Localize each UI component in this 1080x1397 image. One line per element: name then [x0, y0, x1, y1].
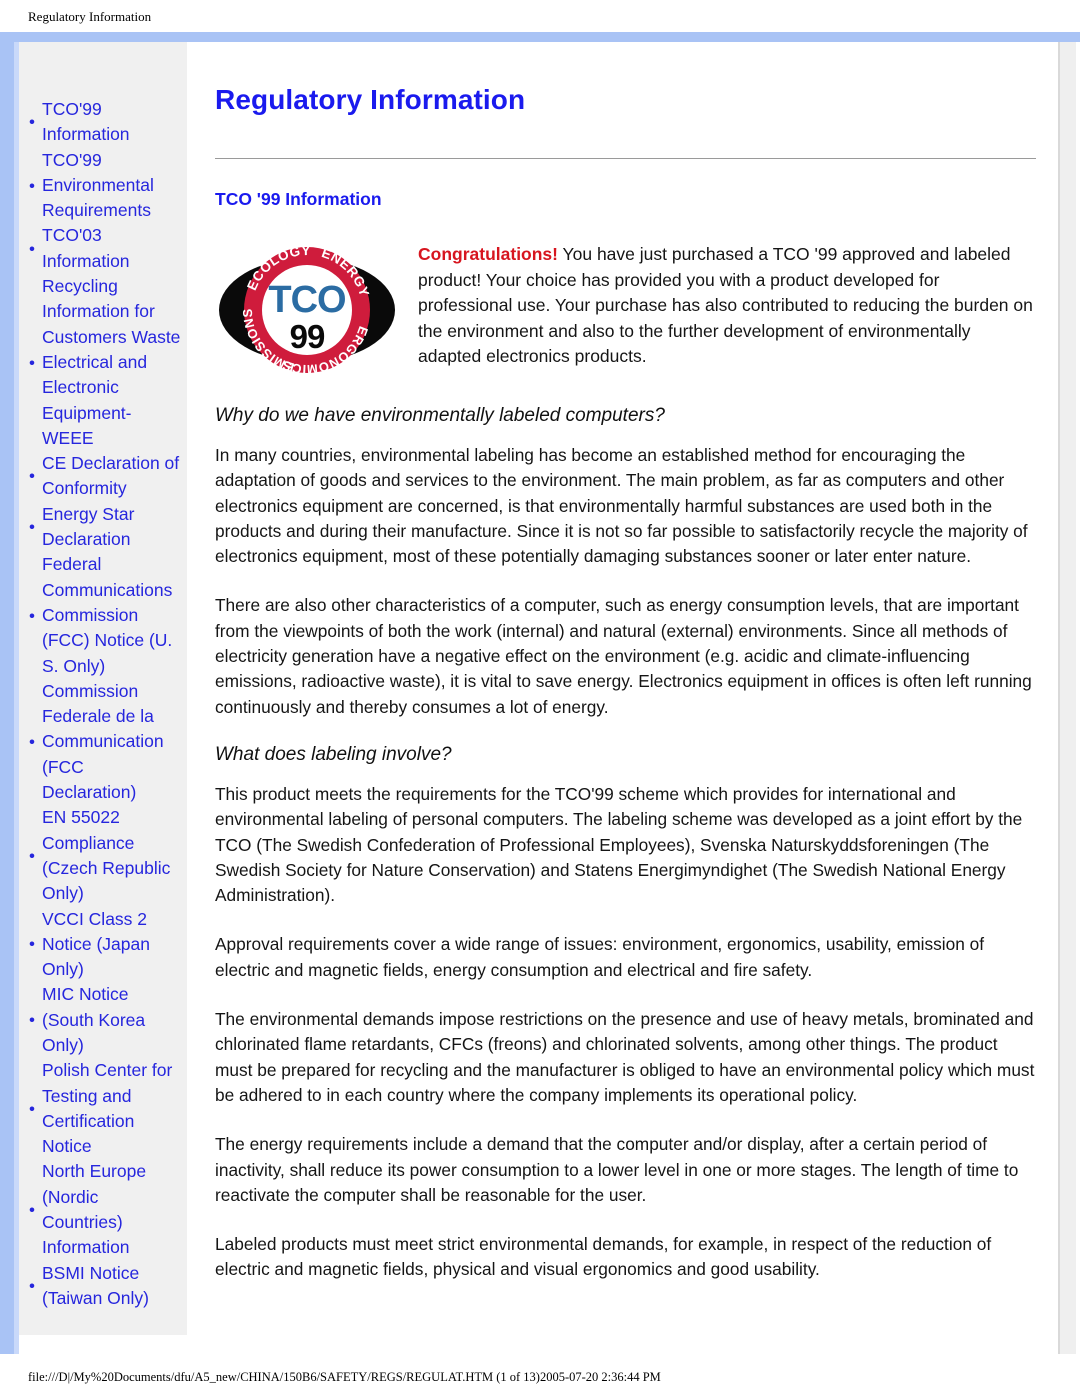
bullet-icon: •: [29, 846, 35, 866]
sidebar-item-ce-declaration-of-conformity[interactable]: • CE Declaration of Conformity: [27, 451, 181, 502]
right-edge-strip: [1058, 42, 1080, 1354]
sidebar-item-label: CE Declaration of Conformity: [42, 453, 180, 499]
intro-block: ECOLOGY ENERGY ERGONOMICS EMISSIONS TCO …: [215, 238, 1036, 385]
sidebar-item-label: TCO'99 Information: [42, 99, 130, 145]
sidebar-item-recycling-information-weee[interactable]: • Recycling Information for Customers Wa…: [27, 274, 181, 451]
svg-text:TCO: TCO: [268, 279, 345, 321]
bullet-icon: •: [29, 606, 35, 626]
sidebar-item-label: BSMI Notice (Taiwan Only): [42, 1262, 149, 1308]
paragraph-6: The energy requirements include a demand…: [215, 1134, 1019, 1205]
bullet-icon: •: [29, 353, 35, 373]
sidebar-item-tco99-environmental-requirements[interactable]: • TCO'99 Environmental Requirements: [27, 148, 181, 224]
sidebar-item-tco99-information[interactable]: • TCO'99 Information: [27, 97, 181, 148]
sidebar-item-label: Federal Communications Commission (FCC) …: [42, 554, 173, 676]
congratulations-label: Congratulations!: [418, 244, 558, 264]
sidebar-item-label: Commission Federale de la Communication …: [42, 680, 164, 803]
intro-paragraph: Congratulations! You have just purchased…: [418, 238, 1036, 370]
bullet-icon: •: [29, 517, 35, 537]
sidebar-item-commission-federale-fcc[interactable]: • Commission Federale de la Communicatio…: [27, 679, 181, 805]
page-title: Regulatory Information: [215, 84, 526, 115]
heading-why-labeled-computers: Why do we have environmentally labeled c…: [215, 405, 665, 426]
bullet-icon: •: [29, 1010, 35, 1030]
paragraph-4: Approval requirements cover a wide range…: [215, 934, 985, 980]
bullet-icon: •: [29, 112, 35, 132]
paragraph-1: In many countries, environmental labelin…: [215, 445, 1028, 567]
paragraph-7: Labeled products must meet strict enviro…: [215, 1234, 992, 1280]
sidebar-item-label: TCO'03 Information: [42, 225, 130, 271]
page-frame-inner: • TCO'99 Information • TCO'99 Environmen…: [14, 42, 1080, 1354]
bullet-icon: •: [29, 466, 35, 486]
paragraph-3: This product meets the requirements for …: [215, 783, 1023, 906]
bullet-icon: •: [29, 176, 35, 196]
sidebar-item-fcc-notice-us[interactable]: • Federal Communications Commission (FCC…: [27, 552, 181, 678]
tco-99-certification-logo: ECOLOGY ENERGY ERGONOMICS EMISSIONS TCO …: [219, 243, 395, 377]
paragraph-5: The environmental demands impose restric…: [215, 1009, 1035, 1105]
svg-text:99: 99: [290, 318, 325, 355]
sidebar-item-en55022-czech[interactable]: • EN 55022 Compliance (Czech Republic On…: [27, 805, 181, 906]
sidebar-item-label: North Europe (Nordic Countries) Informat…: [42, 1161, 147, 1258]
tco-99-logo: ECOLOGY ENERGY ERGONOMICS EMISSIONS TCO …: [215, 238, 400, 385]
title-divider: [215, 158, 1036, 159]
sidebar-item-label: Energy Star Declaration: [42, 503, 135, 550]
bullet-icon: •: [29, 1099, 35, 1119]
sidebar-item-label: VCCI Class 2 Notice (Japan Only): [42, 908, 150, 980]
heading-what-does-labeling-involve: What does labeling involve?: [215, 743, 452, 765]
sidebar-item-polish-center-notice[interactable]: • Polish Center for Testing and Certific…: [27, 1058, 181, 1159]
sidebar-item-energy-star-declaration[interactable]: • Energy Star Declaration: [27, 502, 181, 553]
section-heading-tco99: TCO '99 Information: [215, 189, 382, 209]
sidebar-nav: • TCO'99 Information • TCO'99 Environmen…: [19, 42, 187, 1336]
window-header-title: Regulatory Information: [0, 0, 1080, 32]
bullet-icon: •: [29, 732, 35, 752]
sidebar-item-bsmi-notice-taiwan[interactable]: • BSMI Notice (Taiwan Only): [27, 1261, 181, 1312]
sidebar-item-label: Polish Center for Testing and Certificat…: [42, 1060, 173, 1157]
sidebar-item-vcci-class2-japan[interactable]: • VCCI Class 2 Notice (Japan Only): [27, 907, 181, 983]
sidebar-item-label: TCO'99 Environmental Requirements: [42, 149, 154, 221]
sidebar-item-mic-notice-south-korea[interactable]: • MIC Notice (South Korea Only): [27, 982, 181, 1058]
bullet-icon: •: [29, 1200, 35, 1220]
paragraph-2: There are also other characteristics of …: [215, 595, 1032, 717]
footer-file-path: file:///D|/My%20Documents/dfu/A5_new/CHI…: [0, 1354, 1080, 1397]
sidebar-list: • TCO'99 Information • TCO'99 Environmen…: [27, 97, 181, 1311]
page-frame: • TCO'99 Information • TCO'99 Environmen…: [0, 32, 1080, 1354]
sidebar-item-north-europe-nordic[interactable]: • North Europe (Nordic Countries) Inform…: [27, 1159, 181, 1260]
main-content: Regulatory Information TCO '99 Informati…: [187, 42, 1080, 1307]
sidebar-item-label: EN 55022 Compliance (Czech Republic Only…: [42, 807, 171, 904]
bullet-icon: •: [29, 239, 35, 259]
bullet-icon: •: [29, 1276, 35, 1296]
bullet-icon: •: [29, 934, 35, 954]
sidebar-item-label: Recycling Information for Customers Wast…: [42, 276, 181, 448]
sidebar-item-tco03-information[interactable]: • TCO'03 Information: [27, 223, 181, 274]
sidebar-item-label: MIC Notice (South Korea Only): [42, 984, 146, 1055]
